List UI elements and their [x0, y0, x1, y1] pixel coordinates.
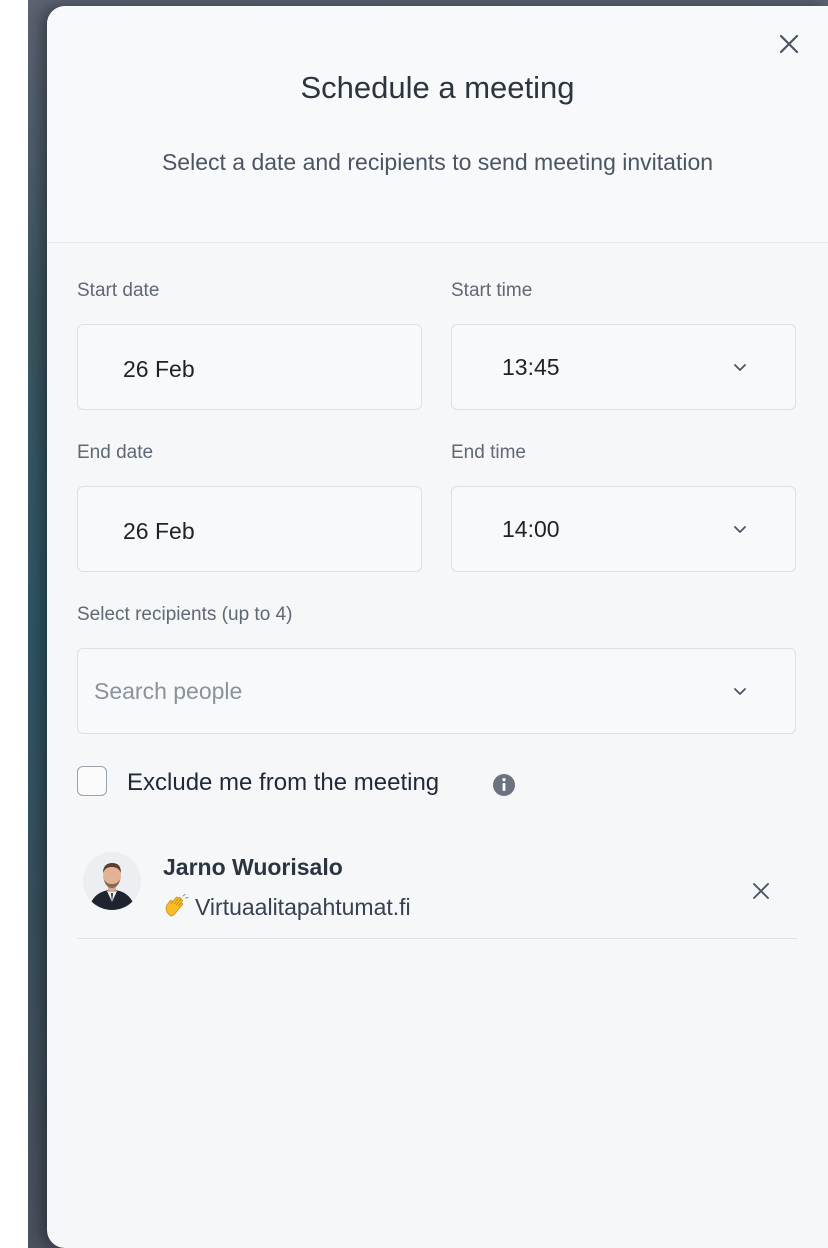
waving-hand-icon	[165, 894, 189, 917]
end-time-value: 14:00	[502, 516, 560, 542]
chevron-down-icon	[734, 688, 746, 695]
exclude-me-label: Exclude me from the meeting	[127, 769, 440, 796]
modal-header: Schedule a meeting Select a date and rec…	[47, 6, 828, 243]
exclude-me-checkbox[interactable]	[77, 766, 107, 796]
modal-title: Schedule a meeting	[300, 70, 575, 105]
end-date-field[interactable]: 26 Feb	[77, 486, 422, 572]
remove-recipient-button[interactable]	[750, 880, 772, 902]
recipient-organization-text: Virtuaalitapahtumat.fi	[195, 894, 411, 920]
start-time-label: Start time	[451, 280, 533, 301]
chevron-down-icon	[734, 526, 746, 533]
modal-subtitle: Select a date and recipients to send mee…	[161, 149, 714, 175]
start-date-label: Start date	[77, 280, 160, 301]
recipients-label: Select recipients (up to 4)	[77, 604, 293, 625]
end-time-label: End time	[451, 442, 526, 463]
start-date-value: 26 Feb	[123, 356, 195, 382]
start-date-field[interactable]: 26 Feb	[77, 324, 422, 410]
search-people-placeholder: Search people	[94, 678, 243, 704]
end-date-value: 26 Feb	[123, 518, 195, 544]
recipients-search[interactable]: Search people	[77, 648, 796, 734]
end-time-select[interactable]: 14:00	[451, 486, 796, 572]
close-button[interactable]	[775, 30, 803, 58]
schedule-meeting-modal: Schedule a meeting Select a date and rec…	[47, 6, 828, 1248]
close-icon	[779, 34, 799, 54]
recipient-organization: Virtuaalitapahtumat.fi	[163, 894, 411, 921]
chevron-down-icon	[734, 364, 746, 371]
end-date-label: End date	[77, 442, 154, 463]
recipient-item: Jarno Wuorisalo Virtuaalitapahtumat.fi	[77, 836, 797, 939]
info-icon[interactable]	[492, 773, 516, 797]
recipient-name: Jarno Wuorisalo	[163, 854, 343, 880]
start-time-value: 13:45	[502, 354, 560, 380]
avatar	[83, 852, 141, 910]
start-time-select[interactable]: 13:45	[451, 324, 796, 410]
